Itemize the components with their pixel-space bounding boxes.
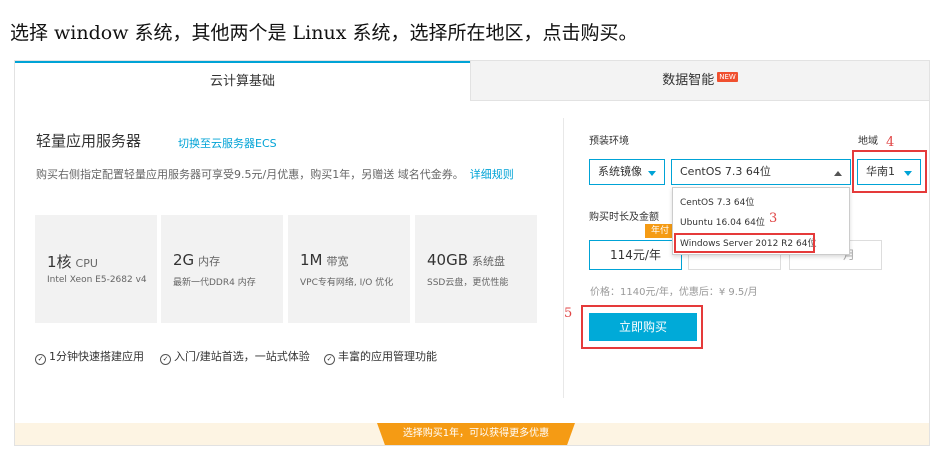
region-value: 华南1 bbox=[866, 165, 895, 178]
buy-now-button[interactable]: 立即购买 bbox=[589, 313, 697, 341]
annotation-4: 4 bbox=[886, 135, 895, 150]
os-option-centos[interactable]: CentOS 7.3 64位 bbox=[680, 195, 754, 208]
spec-unit: 带宽 bbox=[326, 255, 349, 268]
spec-unit: 内存 bbox=[198, 255, 221, 268]
spec-sub: VPC专有网络, I/O 优化 bbox=[300, 278, 394, 288]
check-circle-icon: ✓ bbox=[35, 354, 46, 365]
spec-card-cpu: 1核 CPU Intel Xeon E5-2682 v4 bbox=[35, 215, 157, 323]
check-circle-icon: ✓ bbox=[324, 354, 335, 365]
tab-data-intelligence[interactable]: 数据智能 NEW bbox=[470, 61, 929, 101]
pay-tag: 年付 bbox=[645, 224, 675, 238]
spec-unit: 系统盘 bbox=[472, 255, 506, 268]
feature-label: 1分钟快速搭建应用 bbox=[49, 350, 144, 363]
chevron-up-icon bbox=[834, 171, 842, 176]
switch-ecs-link[interactable]: 切换至云服务器ECS bbox=[178, 135, 277, 151]
annotation-3: 3 bbox=[769, 211, 778, 226]
spec-value: 40GB bbox=[427, 251, 469, 269]
tab-label: 云计算基础 bbox=[209, 74, 275, 89]
windows-highlight-box bbox=[674, 233, 815, 253]
spec-card-bandwidth: 1M 带宽 VPC专有网络, I/O 优化 bbox=[288, 215, 410, 323]
spec-value: 1M bbox=[300, 251, 323, 269]
product-title: 轻量应用服务器 bbox=[36, 132, 142, 150]
promo-banner-text: 选择购买1年，可以获得更多优惠 bbox=[377, 423, 575, 445]
rules-link[interactable]: 详细规则 bbox=[470, 168, 514, 181]
duration-option-year[interactable]: 114元/年 bbox=[589, 240, 682, 270]
product-description: 购买右侧指定配置轻量应用服务器可享受9.5元/月优惠，购买1年，另赠送 域名代金… bbox=[36, 166, 514, 182]
spec-card-memory: 2G 内存 最新一代DDR4 内存 bbox=[161, 215, 283, 323]
image-type-select[interactable]: 系统镜像 bbox=[589, 159, 665, 185]
price-text: 价格：1140元/年，优惠后：¥ 9.5/月 bbox=[590, 287, 758, 298]
feature-item: ✓ 1分钟快速搭建应用 bbox=[35, 348, 144, 365]
spec-card-disk: 40GB 系统盘 SSD云盘，更优性能 bbox=[415, 215, 537, 323]
region-select[interactable]: 华南1 bbox=[857, 159, 921, 185]
check-circle-icon: ✓ bbox=[160, 354, 171, 365]
tab-cloud-basics[interactable]: 云计算基础 bbox=[15, 61, 470, 101]
annotation-5: 5 bbox=[564, 306, 573, 321]
image-type-value: 系统镜像 bbox=[598, 165, 642, 178]
region-label: 地域 bbox=[858, 136, 878, 147]
spec-sub: 最新一代DDR4 内存 bbox=[173, 278, 256, 288]
spec-sub: SSD云盘，更优性能 bbox=[427, 278, 509, 288]
spec-value: 2G bbox=[173, 251, 195, 269]
os-selected-value: CentOS 7.3 64位 bbox=[680, 165, 771, 178]
os-option-ubuntu[interactable]: Ubuntu 16.04 64位 bbox=[680, 215, 765, 228]
chevron-down-icon bbox=[648, 171, 656, 176]
duration-label: 购买时长及金额 bbox=[589, 212, 659, 223]
section-divider bbox=[563, 118, 564, 398]
feature-item: ✓ 丰富的应用管理功能 bbox=[324, 348, 437, 365]
feature-item: ✓ 入门/建站首选，一站式体验 bbox=[160, 348, 310, 365]
spec-sub: Intel Xeon E5-2682 v4 bbox=[47, 275, 147, 285]
tab-label: 数据智能 bbox=[662, 73, 715, 88]
instruction-text: 选择 window 系统，其他两个是 Linux 系统，选择所在地区，点击购买。 bbox=[10, 22, 638, 44]
os-select[interactable]: CentOS 7.3 64位 bbox=[671, 159, 851, 185]
description-text: 购买右侧指定配置轻量应用服务器可享受9.5元/月优惠，购买1年，另赠送 域名代金… bbox=[36, 168, 464, 181]
feature-label: 丰富的应用管理功能 bbox=[338, 350, 437, 363]
spec-unit: CPU bbox=[75, 257, 98, 270]
chevron-down-icon bbox=[904, 171, 912, 176]
feature-label: 入门/建站首选，一站式体验 bbox=[174, 350, 310, 363]
new-badge: NEW bbox=[717, 72, 738, 82]
env-label: 预装环境 bbox=[589, 136, 629, 147]
spec-value: 1核 bbox=[47, 253, 72, 271]
